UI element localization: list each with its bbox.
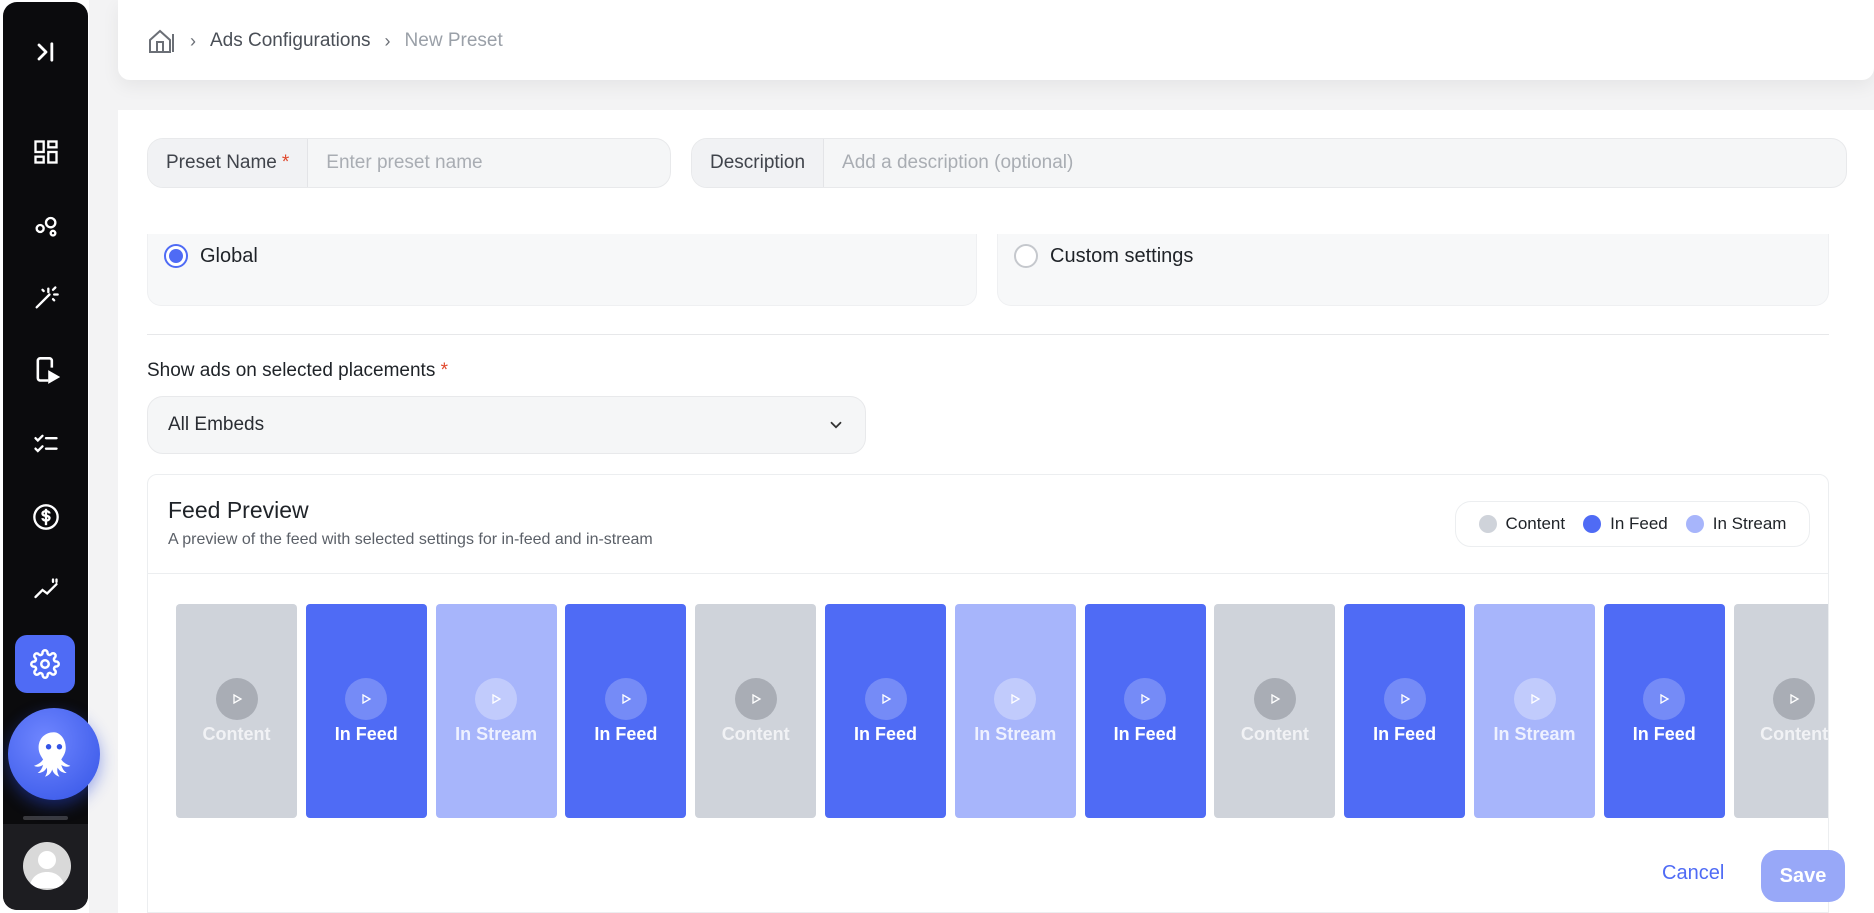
custom-option-card[interactable]: Custom settings — [997, 234, 1829, 306]
feed-tile-label: Content — [202, 723, 271, 744]
feed-tile-label: Content — [721, 723, 790, 744]
legend-dot — [1478, 515, 1497, 533]
preview-divider — [148, 573, 1828, 574]
feed-legend: Content In Feed In Stream — [1455, 501, 1810, 547]
feed-tile-label: In Feed — [853, 723, 917, 744]
chevron-down-icon — [830, 421, 842, 429]
sidebar-divider — [23, 816, 68, 820]
feed-tile-content: Content — [1733, 604, 1829, 818]
radio-global[interactable]: Global — [164, 244, 258, 268]
top-header: › Ads Configurations › New Preset — [118, 0, 1874, 80]
user-area — [3, 824, 88, 910]
legend-in-stream: In Stream — [1685, 514, 1786, 534]
feed-tile-infeed: In Feed — [1344, 604, 1466, 818]
feed-tile-label: Content — [1760, 723, 1829, 744]
save-button[interactable]: Save — [1761, 850, 1845, 902]
play-icon — [345, 677, 388, 720]
avatar[interactable] — [23, 842, 71, 890]
feed-tile-label: In Feed — [334, 723, 398, 744]
play-icon — [1383, 677, 1426, 720]
radio-unselected-icon[interactable] — [1014, 244, 1038, 268]
radio-selected-icon[interactable] — [164, 244, 188, 268]
checklist-icon[interactable] — [3, 422, 88, 466]
feed-tile-instream: In Stream — [954, 604, 1076, 818]
play-icon — [734, 677, 777, 720]
feed-tile-infeed: In Feed — [825, 604, 946, 818]
breadcrumb-separator: › — [190, 30, 196, 51]
integrations-icon[interactable] — [3, 203, 88, 247]
feed-tile-label: In Stream — [1493, 723, 1576, 744]
sidebar — [0, 0, 100, 913]
breadcrumb-current: New Preset — [404, 30, 503, 51]
preset-name-field: Preset Name * — [147, 138, 671, 188]
feed-tile-infeed: In Feed — [305, 604, 427, 818]
monetization-icon[interactable] — [3, 495, 88, 539]
feed-preview-subtitle: A preview of the feed with selected sett… — [168, 531, 653, 548]
play-icon — [1773, 677, 1816, 720]
analytics-icon[interactable] — [3, 568, 88, 612]
feed-tiles: Content In Feed In Stream In Feed Content In … — [176, 604, 1829, 818]
legend-content: Content — [1478, 514, 1565, 534]
preset-form: Preset Name* Description Global Custom s… — [118, 110, 1874, 913]
feed-tile-instream: In Stream — [1474, 604, 1595, 818]
feed-tile-infeed: In Feed — [565, 604, 687, 818]
breadcrumb-ads-configurations[interactable]: Ads Configurations — [210, 30, 371, 52]
octopus-icon — [34, 732, 71, 777]
global-option-card[interactable]: Global — [147, 234, 977, 306]
feed-preview-card: Feed Preview A preview of the feed with … — [147, 474, 1829, 913]
play-icon — [475, 677, 518, 720]
play-icon — [604, 677, 647, 720]
placements-select[interactable]: All Embeds — [147, 396, 866, 454]
play-icon — [1253, 677, 1296, 720]
feed-tile-content: Content — [1214, 604, 1336, 818]
dashboard-icon[interactable] — [3, 130, 88, 174]
home-icon[interactable] — [148, 28, 176, 54]
feed-tile-label: Content — [1240, 723, 1309, 744]
mobile-video-icon[interactable] — [3, 348, 88, 392]
feed-tile-label: In Feed — [594, 723, 658, 744]
feed-tile-label: In Feed — [1373, 723, 1437, 744]
feed-tile-label: In Stream — [455, 723, 538, 744]
settings-button[interactable] — [15, 635, 75, 693]
feed-tile-infeed: In Feed — [1084, 604, 1206, 818]
expand-sidebar-icon[interactable] — [3, 30, 88, 74]
play-icon — [994, 677, 1037, 720]
assistant-octopus-button[interactable] — [8, 708, 100, 800]
radio-custom[interactable]: Custom settings — [1014, 244, 1193, 268]
placements-select-value: All Embeds — [168, 414, 265, 435]
play-icon — [1643, 677, 1686, 720]
description-label: Description — [692, 139, 825, 187]
radio-global-label: Global — [200, 244, 258, 267]
feed-tile-instream: In Stream — [435, 604, 557, 818]
cancel-button[interactable]: Cancel — [1662, 862, 1724, 885]
feed-tile-label: In Feed — [1113, 723, 1177, 744]
placements-label: Show ads on selected placements * — [147, 360, 449, 381]
feed-tile-content: Content — [176, 604, 297, 818]
play-icon — [864, 677, 907, 720]
play-icon — [1124, 677, 1167, 720]
legend-dot — [1685, 515, 1704, 533]
play-icon — [215, 677, 258, 720]
breadcrumb: › Ads Configurations › New Preset — [148, 28, 503, 54]
gear-icon — [30, 649, 60, 679]
breadcrumb-separator: › — [384, 30, 391, 51]
preset-name-label: Preset Name * — [148, 139, 309, 187]
magic-wand-icon[interactable] — [3, 276, 88, 320]
preset-name-input[interactable] — [308, 139, 670, 187]
legend-dot — [1583, 515, 1602, 533]
play-icon — [1513, 677, 1556, 720]
feed-tile-label: In Stream — [974, 723, 1057, 744]
divider — [147, 334, 1829, 335]
description-field: Description — [691, 138, 1847, 188]
radio-custom-label: Custom settings — [1050, 244, 1194, 267]
feed-tile-infeed: In Feed — [1603, 604, 1725, 818]
description-input[interactable] — [824, 139, 1846, 187]
feed-tile-content: Content — [695, 604, 817, 818]
feed-tile-label: In Feed — [1632, 723, 1696, 744]
feed-preview-title: Feed Preview — [168, 497, 309, 523]
legend-in-feed: In Feed — [1583, 514, 1668, 534]
